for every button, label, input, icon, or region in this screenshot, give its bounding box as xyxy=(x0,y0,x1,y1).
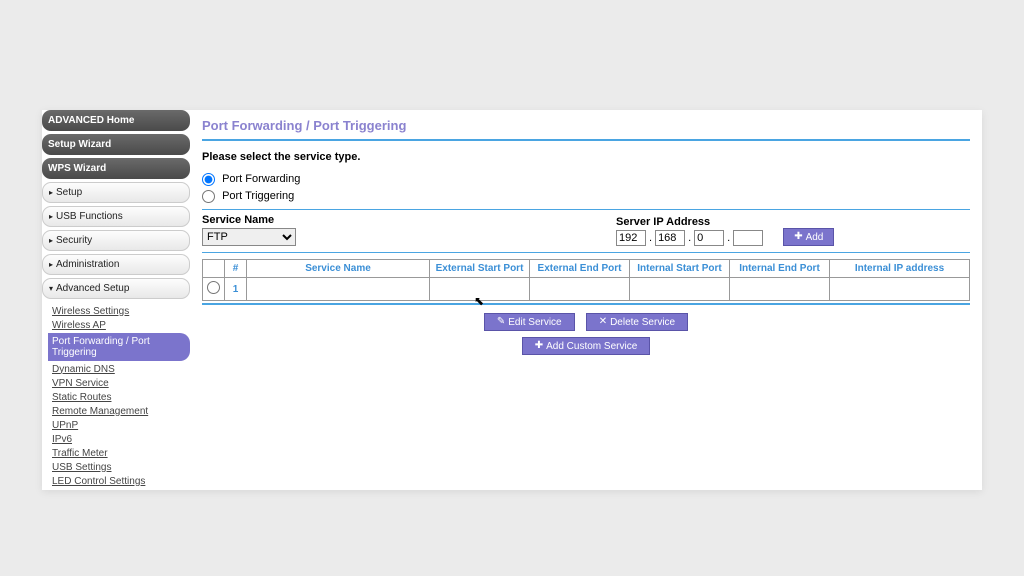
service-name-label: Service Name xyxy=(202,214,296,226)
add-custom-service-button[interactable]: ✚ Add Custom Service xyxy=(522,337,651,355)
add-button[interactable]: ✚ Add xyxy=(783,228,834,246)
sub-led-control[interactable]: LED Control Settings xyxy=(52,474,190,488)
nav-setup-wizard[interactable]: Setup Wizard xyxy=(42,134,190,155)
sub-static-routes[interactable]: Static Routes xyxy=(52,390,190,404)
sub-dynamic-dns[interactable]: Dynamic DNS xyxy=(52,362,190,376)
sidebar: ADVANCED Home Setup Wizard WPS Wizard Se… xyxy=(42,110,190,490)
col-ext-start: External Start Port xyxy=(430,260,530,278)
sub-usb-settings[interactable]: USB Settings xyxy=(52,460,190,474)
ip-octet-4[interactable] xyxy=(733,230,763,246)
sub-wireless-settings[interactable]: Wireless Settings xyxy=(52,304,190,318)
edit-service-button[interactable]: ✎ Edit Service xyxy=(484,313,575,331)
sub-port-forwarding[interactable]: Port Forwarding / Port Triggering xyxy=(48,333,190,361)
page-title: Port Forwarding / Port Triggering xyxy=(202,114,970,139)
radio-port-triggering-input[interactable] xyxy=(202,190,215,203)
radio-port-triggering[interactable]: Port Triggering xyxy=(202,190,294,202)
ip-octet-3[interactable] xyxy=(694,230,724,246)
delete-service-label: Delete Service xyxy=(610,317,675,328)
col-select xyxy=(203,260,225,278)
radio-port-triggering-label: Port Triggering xyxy=(222,190,294,202)
col-service-name: Service Name xyxy=(247,260,430,278)
sub-upnp[interactable]: UPnP xyxy=(52,418,190,432)
nav-group-security[interactable]: Security xyxy=(42,230,190,251)
row-select-radio[interactable] xyxy=(207,281,220,294)
add-custom-service-label: Add Custom Service xyxy=(546,341,637,352)
cell-service-name xyxy=(247,278,430,301)
x-icon: ✕ xyxy=(599,317,607,327)
sub-wireless-ap[interactable]: Wireless AP xyxy=(52,318,190,332)
cell-int-start xyxy=(630,278,730,301)
nav-group-admin[interactable]: Administration xyxy=(42,254,190,275)
pencil-icon: ✎ xyxy=(497,317,505,327)
server-ip-label: Server IP Address xyxy=(616,216,763,228)
nav-group-setup[interactable]: Setup xyxy=(42,182,190,203)
cell-ext-end xyxy=(530,278,630,301)
main-panel: Port Forwarding / Port Triggering Please… xyxy=(190,110,982,490)
divider xyxy=(202,252,970,253)
sub-vpn-service[interactable]: VPN Service xyxy=(52,376,190,390)
instruction-text: Please select the service type. xyxy=(202,141,970,171)
plus-icon: ✚ xyxy=(794,232,802,242)
plus-icon: ✚ xyxy=(535,341,543,351)
col-int-end: Internal End Port xyxy=(730,260,830,278)
sub-ipv6[interactable]: IPv6 xyxy=(52,432,190,446)
service-name-select[interactable]: FTP xyxy=(202,228,296,246)
radio-port-forwarding-label: Port Forwarding xyxy=(222,173,300,185)
nav-advanced-home[interactable]: ADVANCED Home xyxy=(42,110,190,131)
rules-table: # Service Name External Start Port Exter… xyxy=(202,259,970,301)
ip-octet-1[interactable] xyxy=(616,230,646,246)
col-int-ip: Internal IP address xyxy=(830,260,970,278)
radio-port-forwarding[interactable]: Port Forwarding xyxy=(202,173,300,185)
col-num: # xyxy=(225,260,247,278)
add-button-label: Add xyxy=(806,232,824,243)
col-ext-end: External End Port xyxy=(530,260,630,278)
sub-traffic-meter[interactable]: Traffic Meter xyxy=(52,446,190,460)
sub-remote-mgmt[interactable]: Remote Management xyxy=(52,404,190,418)
edit-service-label: Edit Service xyxy=(508,317,561,328)
cell-int-ip xyxy=(830,278,970,301)
cell-int-end xyxy=(730,278,830,301)
cell-ext-start xyxy=(430,278,530,301)
nav-group-usb[interactable]: USB Functions xyxy=(42,206,190,227)
row-num: 1 xyxy=(225,278,247,301)
ip-octet-2[interactable] xyxy=(655,230,685,246)
nav-group-advanced[interactable]: Advanced Setup xyxy=(42,278,190,299)
table-row: 1 xyxy=(203,278,970,301)
nav-wps-wizard[interactable]: WPS Wizard xyxy=(42,158,190,179)
delete-service-button[interactable]: ✕ Delete Service xyxy=(586,313,688,331)
radio-port-forwarding-input[interactable] xyxy=(202,173,215,186)
col-int-start: Internal Start Port xyxy=(630,260,730,278)
advanced-submenu: Wireless Settings Wireless AP Port Forwa… xyxy=(42,302,190,490)
